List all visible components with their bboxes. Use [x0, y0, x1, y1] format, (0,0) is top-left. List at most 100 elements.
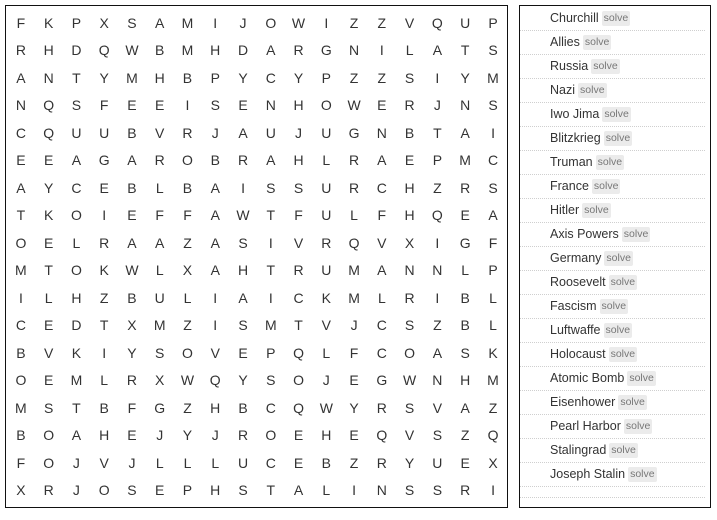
grid-cell[interactable]: Q: [285, 394, 313, 422]
grid-cell[interactable]: Q: [35, 92, 63, 120]
grid-cell[interactable]: I: [257, 229, 285, 257]
grid-cell[interactable]: R: [285, 37, 313, 65]
grid-cell[interactable]: Z: [451, 422, 479, 450]
grid-cell[interactable]: J: [229, 9, 257, 37]
grid-cell[interactable]: B: [396, 119, 424, 147]
grid-cell[interactable]: Q: [35, 119, 63, 147]
grid-cell[interactable]: A: [146, 229, 174, 257]
grid-cell[interactable]: I: [479, 477, 507, 505]
grid-cell[interactable]: E: [35, 229, 63, 257]
grid-cell[interactable]: I: [368, 37, 396, 65]
grid-cell[interactable]: U: [312, 257, 340, 285]
grid-cell[interactable]: S: [479, 92, 507, 120]
grid-cell[interactable]: I: [90, 339, 118, 367]
grid-cell[interactable]: Y: [229, 367, 257, 395]
grid-cell[interactable]: R: [7, 37, 35, 65]
grid-cell[interactable]: C: [368, 312, 396, 340]
grid-cell[interactable]: R: [396, 284, 424, 312]
grid-cell[interactable]: A: [423, 37, 451, 65]
grid-cell[interactable]: D: [63, 37, 91, 65]
grid-cell[interactable]: G: [368, 367, 396, 395]
grid-cell[interactable]: F: [479, 229, 507, 257]
grid-cell[interactable]: A: [63, 147, 91, 175]
grid-cell[interactable]: S: [118, 477, 146, 505]
grid-cell[interactable]: Z: [368, 64, 396, 92]
grid-cell[interactable]: L: [340, 202, 368, 230]
grid-cell[interactable]: J: [340, 312, 368, 340]
grid-cell[interactable]: W: [229, 202, 257, 230]
grid-cell[interactable]: H: [229, 257, 257, 285]
grid-cell[interactable]: K: [35, 202, 63, 230]
grid-cell[interactable]: M: [7, 394, 35, 422]
solve-button[interactable]: solve: [599, 299, 629, 315]
grid-cell[interactable]: S: [285, 174, 313, 202]
grid-cell[interactable]: R: [340, 174, 368, 202]
grid-cell[interactable]: B: [312, 449, 340, 477]
grid-cell[interactable]: Q: [423, 202, 451, 230]
grid-cell[interactable]: E: [146, 477, 174, 505]
grid-cell[interactable]: L: [479, 312, 507, 340]
grid-cell[interactable]: Z: [340, 449, 368, 477]
grid-cell[interactable]: A: [118, 229, 146, 257]
grid-cell[interactable]: J: [63, 449, 91, 477]
grid-cell[interactable]: N: [423, 257, 451, 285]
grid-cell[interactable]: T: [257, 477, 285, 505]
grid-cell[interactable]: R: [285, 257, 313, 285]
grid-cell[interactable]: E: [368, 92, 396, 120]
grid-cell[interactable]: H: [201, 37, 229, 65]
grid-cell[interactable]: S: [396, 312, 424, 340]
grid-cell[interactable]: C: [285, 284, 313, 312]
grid-cell[interactable]: C: [257, 449, 285, 477]
grid-cell[interactable]: S: [479, 174, 507, 202]
solve-button[interactable]: solve: [603, 131, 633, 147]
grid-cell[interactable]: R: [35, 477, 63, 505]
grid-cell[interactable]: O: [257, 422, 285, 450]
grid-cell[interactable]: Y: [174, 422, 202, 450]
grid-cell[interactable]: O: [63, 202, 91, 230]
grid-cell[interactable]: E: [7, 147, 35, 175]
grid-cell[interactable]: Z: [423, 312, 451, 340]
grid-cell[interactable]: O: [35, 449, 63, 477]
grid-cell[interactable]: S: [229, 477, 257, 505]
grid-cell[interactable]: L: [312, 339, 340, 367]
grid-cell[interactable]: T: [7, 202, 35, 230]
grid-cell[interactable]: A: [7, 174, 35, 202]
grid-cell[interactable]: R: [451, 477, 479, 505]
grid-cell[interactable]: Y: [285, 64, 313, 92]
grid-cell[interactable]: O: [174, 339, 202, 367]
grid-cell[interactable]: S: [257, 174, 285, 202]
grid-cell[interactable]: X: [396, 229, 424, 257]
grid-cell[interactable]: E: [285, 449, 313, 477]
grid-cell[interactable]: I: [423, 64, 451, 92]
grid-cell[interactable]: N: [423, 367, 451, 395]
grid-cell[interactable]: I: [423, 229, 451, 257]
grid-cell[interactable]: I: [174, 92, 202, 120]
grid-cell[interactable]: B: [174, 64, 202, 92]
grid-cell[interactable]: M: [63, 367, 91, 395]
grid-cell[interactable]: W: [118, 37, 146, 65]
grid-cell[interactable]: N: [451, 92, 479, 120]
grid-cell[interactable]: E: [118, 422, 146, 450]
grid-cell[interactable]: O: [7, 229, 35, 257]
grid-cell[interactable]: H: [451, 367, 479, 395]
grid-cell[interactable]: C: [368, 339, 396, 367]
solve-button[interactable]: solve: [608, 275, 638, 291]
grid-cell[interactable]: E: [396, 147, 424, 175]
grid-cell[interactable]: R: [146, 147, 174, 175]
grid-cell[interactable]: G: [451, 229, 479, 257]
grid-cell[interactable]: B: [90, 394, 118, 422]
grid-cell[interactable]: C: [63, 174, 91, 202]
grid-cell[interactable]: Q: [90, 37, 118, 65]
solve-button[interactable]: solve: [627, 371, 656, 387]
grid-cell[interactable]: L: [146, 257, 174, 285]
solve-button[interactable]: solve: [591, 179, 621, 195]
grid-cell[interactable]: R: [229, 422, 257, 450]
grid-cell[interactable]: Z: [90, 284, 118, 312]
solve-button[interactable]: solve: [618, 395, 647, 411]
grid-cell[interactable]: R: [229, 147, 257, 175]
grid-cell[interactable]: A: [201, 257, 229, 285]
grid-cell[interactable]: V: [312, 312, 340, 340]
grid-cell[interactable]: K: [35, 9, 63, 37]
grid-cell[interactable]: T: [451, 37, 479, 65]
grid-cell[interactable]: B: [451, 312, 479, 340]
